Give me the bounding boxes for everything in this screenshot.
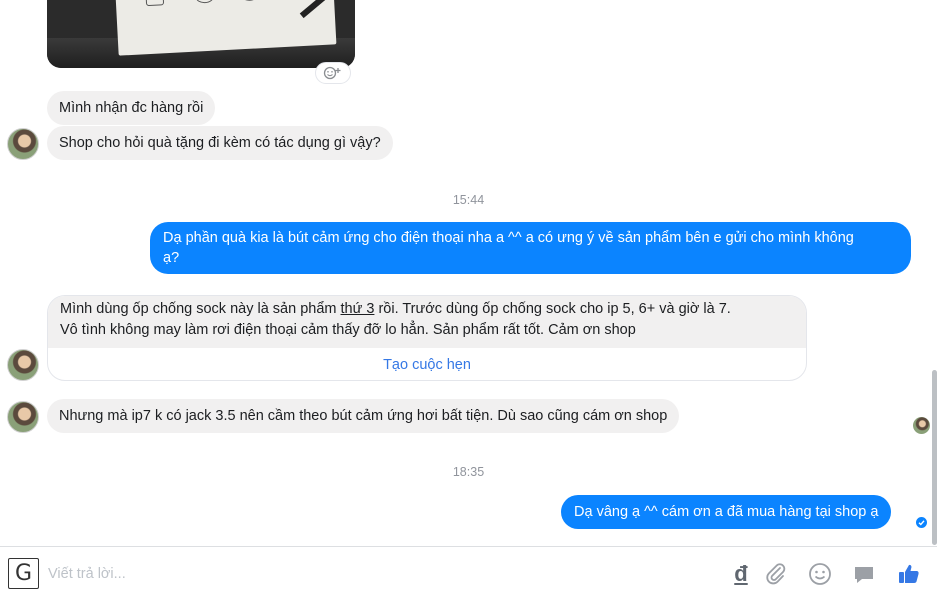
shared-photo[interactable] bbox=[47, 0, 355, 68]
message-timestamp: 18:35 bbox=[452, 465, 485, 479]
message-text-line: Mình dùng ốp chống sock này là sản phẩm … bbox=[60, 299, 794, 320]
photo-doodle bbox=[195, 0, 215, 4]
smiley-plus-icon bbox=[323, 66, 341, 80]
message-text: Shop cho hỏi quà tặng đi kèm có tác dụng… bbox=[59, 135, 381, 151]
dong-icon[interactable]: đ bbox=[728, 560, 754, 588]
message-text: Nhưng mà ip7 k có jack 3.5 nên cầm theo … bbox=[59, 408, 668, 424]
message-text-line: ạ? bbox=[163, 250, 180, 266]
incoming-message[interactable]: Mình nhận đc hàng rồi bbox=[47, 91, 216, 125]
incoming-message[interactable]: Nhưng mà ip7 k có jack 3.5 nên cầm theo … bbox=[47, 399, 680, 433]
photo-doodle bbox=[145, 0, 165, 7]
reply-input[interactable] bbox=[48, 562, 698, 586]
outgoing-message[interactable]: Dạ vâng ạ ^^ cám ơn a đã mua hàng tại sh… bbox=[561, 495, 892, 529]
incoming-message-card[interactable]: Mình dùng ốp chống sock này là sản phẩm … bbox=[47, 295, 807, 381]
add-reaction-button[interactable] bbox=[315, 62, 351, 84]
message-text: rồi. Trước dùng ốp chống sock cho ip 5, … bbox=[374, 301, 731, 317]
message-text-line: Dạ phần quà kia là bút cảm ứng cho điện … bbox=[163, 230, 854, 246]
message-text: Dạ vâng ạ ^^ cám ơn a đã mua hàng tại sh… bbox=[574, 504, 879, 520]
card-message: Mình dùng ốp chống sock này là sản phẩm … bbox=[48, 296, 806, 348]
seen-by-avatar bbox=[913, 417, 930, 434]
smiley-icon[interactable] bbox=[806, 560, 834, 588]
contact-avatar[interactable] bbox=[7, 349, 39, 381]
contact-avatar[interactable] bbox=[7, 128, 39, 160]
incoming-message[interactable]: Shop cho hỏi quà tặng đi kèm có tác dụng… bbox=[47, 126, 393, 160]
message-timestamp: 15:44 bbox=[452, 193, 485, 207]
page-logo-icon: G bbox=[8, 558, 39, 589]
contact-avatar[interactable] bbox=[7, 401, 39, 433]
message-text-line: Vô tình không may làm rơi điện thoại cảm… bbox=[60, 322, 636, 338]
chat-bubble-icon[interactable] bbox=[850, 560, 878, 588]
message-text: Mình nhận đc hàng rồi bbox=[59, 100, 204, 116]
message-text: Mình dùng ốp chống sock này là sản phẩm bbox=[60, 301, 341, 317]
photo-doodle bbox=[240, 0, 260, 2]
create-appointment-button[interactable]: Tạo cuộc hẹn bbox=[48, 348, 806, 380]
thumbs-up-icon[interactable] bbox=[894, 560, 924, 588]
outgoing-message[interactable]: Dạ phần quà kia là bút cảm ứng cho điện … bbox=[150, 222, 911, 274]
scrollbar[interactable] bbox=[932, 370, 937, 545]
delivered-check-icon bbox=[915, 516, 928, 529]
paperclip-icon[interactable] bbox=[762, 560, 790, 588]
message-link[interactable]: thứ 3 bbox=[341, 301, 375, 317]
